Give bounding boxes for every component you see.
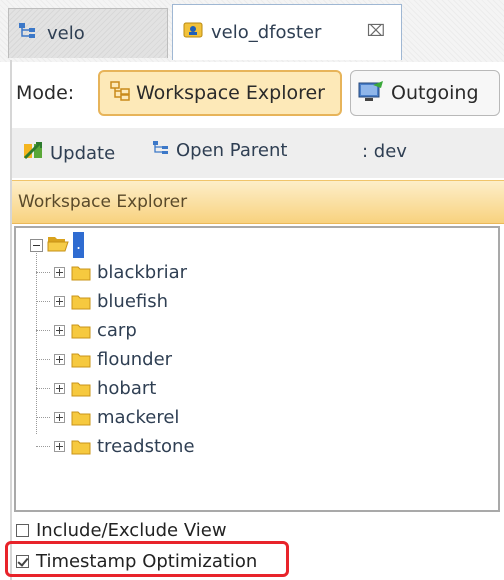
update-icon xyxy=(22,140,44,167)
tree-item-label: mackerel xyxy=(97,407,180,428)
tree-item-label: treadstone xyxy=(97,436,195,457)
tree-guide-line xyxy=(36,250,37,434)
outgoing-icon xyxy=(357,79,387,108)
include-exclude-label: Include/Exclude View xyxy=(36,520,227,541)
tree-root-label[interactable]: . xyxy=(73,232,85,258)
expand-icon[interactable] xyxy=(54,296,65,307)
mode-button-label: Outgoing xyxy=(391,82,479,104)
tree-root[interactable]: . xyxy=(30,232,85,258)
folder-icon xyxy=(71,323,91,339)
update-button[interactable]: Update xyxy=(22,140,115,167)
tab-label: velo xyxy=(47,23,85,44)
mode-label: Mode: xyxy=(16,82,75,104)
timestamp-checkbox[interactable] xyxy=(16,555,29,568)
expand-icon[interactable] xyxy=(54,441,65,452)
open-parent-button[interactable]: Open Parent xyxy=(152,140,287,161)
include-exclude-checkbox[interactable] xyxy=(16,524,29,537)
expand-icon[interactable] xyxy=(54,325,65,336)
open-parent-label: Open Parent xyxy=(176,140,288,161)
repository-tree-icon xyxy=(17,22,39,45)
branch-label: : dev xyxy=(362,141,407,162)
tree-item-label: blackbriar xyxy=(97,262,188,283)
folder-icon xyxy=(71,381,91,397)
tab-velo[interactable]: velo xyxy=(8,8,168,58)
folder-open-icon xyxy=(47,234,69,256)
expand-icon[interactable] xyxy=(54,267,65,278)
tree-item-treadstone[interactable]: treadstone xyxy=(36,432,474,461)
outgoing-button[interactable]: Outgoing xyxy=(350,70,500,116)
tree-item-mackerel[interactable]: mackerel xyxy=(36,403,474,432)
expand-icon[interactable] xyxy=(54,383,65,394)
tree-item-blackbriar[interactable]: blackbriar xyxy=(36,258,474,287)
tab-label: velo_dfoster xyxy=(211,22,322,43)
folder-icon xyxy=(71,410,91,426)
timestamp-optimization-option[interactable]: Timestamp Optimization xyxy=(16,551,257,572)
tree-item-label: bluefish xyxy=(97,291,169,312)
folder-icon xyxy=(71,352,91,368)
tree-item-flounder[interactable]: flounder xyxy=(36,345,474,374)
tree-item-bluefish[interactable]: bluefish xyxy=(36,287,474,316)
tree-items: blackbriar bluefish carp flounder hobart xyxy=(36,258,474,461)
mode-button-label: Workspace Explorer xyxy=(136,82,325,104)
section-header: Workspace Explorer xyxy=(12,180,504,224)
collapse-icon[interactable] xyxy=(30,238,43,252)
folder-icon xyxy=(71,439,91,455)
expand-icon[interactable] xyxy=(54,412,65,423)
open-parent-icon xyxy=(152,140,170,161)
tree-item-label: flounder xyxy=(97,349,173,370)
expand-icon[interactable] xyxy=(54,354,65,365)
timestamp-label: Timestamp Optimization xyxy=(36,551,258,572)
tree-item-label: hobart xyxy=(97,378,157,399)
workspace-explorer-icon xyxy=(110,80,132,106)
workspace-icon xyxy=(183,21,203,44)
close-icon[interactable]: ⌧ xyxy=(367,21,385,40)
include-exclude-view-option[interactable]: Include/Exclude View xyxy=(16,520,227,541)
tab-velo-dfoster[interactable]: velo_dfoster ⌧ xyxy=(172,4,402,60)
folder-icon xyxy=(71,265,91,281)
workspace-explorer-button[interactable]: Workspace Explorer xyxy=(98,70,342,116)
update-label: Update xyxy=(50,143,116,164)
tree-item-hobart[interactable]: hobart xyxy=(36,374,474,403)
tree-item-label: carp xyxy=(97,320,137,341)
folder-icon xyxy=(71,294,91,310)
tree-item-carp[interactable]: carp xyxy=(36,316,474,345)
tab-strip: velo velo_dfoster ⌧ xyxy=(0,0,504,62)
